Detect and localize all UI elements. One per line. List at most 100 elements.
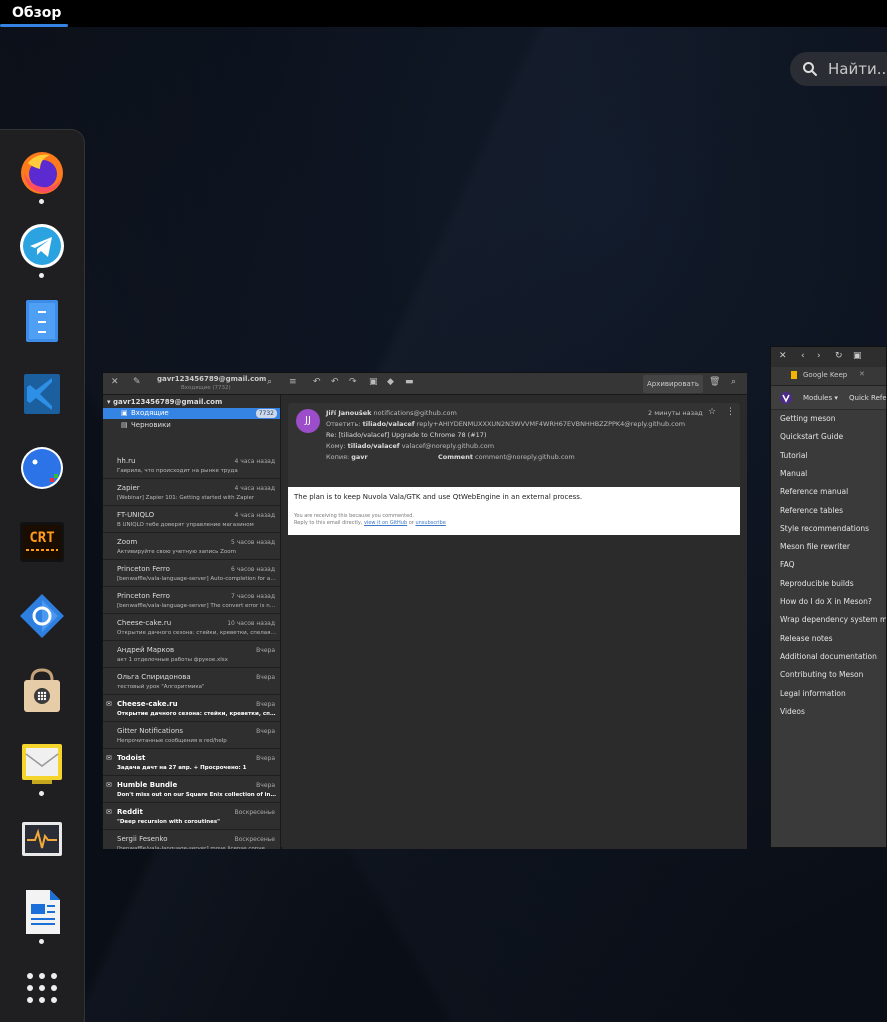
list-item[interactable]: Cheese-cake.ru 10 часов назад Открытие дач…: [103, 615, 280, 641]
message-date: Воскресенье: [234, 836, 275, 843]
list-item[interactable]: FT-UNIQLO 4 часа назад В UNIQLO тебе довер…: [103, 507, 280, 533]
list-item[interactable]: Sergii Fesenko Воскресенье [benwaffle/vala…: [103, 831, 280, 849]
header-account: gavr123456789@gmail.com: [157, 375, 267, 383]
message-subject: [Webinar] Zapier 101: Getting started wi…: [117, 495, 255, 501]
to-line: Кому: tiliado/valacef valacef@noreply.gi…: [326, 442, 495, 450]
docs-link[interactable]: Contributing to Meson: [780, 670, 863, 679]
system-monitor-icon[interactable]: [18, 816, 66, 864]
docs-link[interactable]: Getting meson: [780, 414, 835, 423]
more-options-icon[interactable]: ⋮: [726, 407, 735, 417]
quick-reference-menu[interactable]: Quick Refere: [849, 394, 886, 402]
message-sender: Cheese-cake.ru: [117, 700, 178, 708]
close-icon[interactable]: ✕: [111, 377, 119, 387]
docs-link[interactable]: Tutorial: [780, 451, 808, 460]
crt-terminal-icon[interactable]: CRT: [18, 518, 66, 566]
docs-link[interactable]: Videos: [780, 707, 805, 716]
menu-icon[interactable]: ≡: [289, 377, 297, 387]
docs-link[interactable]: Legal information: [780, 689, 846, 698]
message-sender: hh.ru: [117, 457, 136, 465]
list-item[interactable]: Princeton Ferro 6 часов назад [benwaffle/v…: [103, 561, 280, 587]
list-item[interactable]: Zapier 4 часа назад [Webinar] Zapier 101: …: [103, 480, 280, 506]
message-date: 4 часа назад: [234, 458, 275, 465]
back-icon[interactable]: ‹: [801, 351, 805, 361]
reply-all-icon[interactable]: ↶: [331, 377, 339, 387]
message-subject: Гаврила, что происходит на рынке труда: [117, 468, 238, 474]
docs-link[interactable]: Reproducible builds: [780, 579, 854, 588]
list-item[interactable]: hh.ru 4 часа назад Гаврила, что происходит…: [103, 453, 280, 479]
list-item[interactable]: Андрей Марков Вчера акт 1 отделочные работ…: [103, 642, 280, 668]
writer-document-icon[interactable]: [18, 888, 66, 936]
firefox-icon[interactable]: [18, 149, 66, 197]
docs-link[interactable]: Additional documentation: [780, 652, 877, 661]
docs-link[interactable]: Release notes: [780, 634, 833, 643]
list-item[interactable]: Zoom 5 часов назад Активируйте свою учетну…: [103, 534, 280, 560]
search-icon[interactable]: ⌕: [731, 377, 736, 387]
trash-icon[interactable]: 🗑: [709, 377, 720, 387]
star-icon[interactable]: ☆: [708, 407, 716, 417]
folder-inbox[interactable]: ▣ Входящие 7732: [103, 408, 280, 419]
compose-icon[interactable]: ✎: [133, 377, 141, 387]
tab-view-icon[interactable]: ▣: [853, 351, 862, 361]
mark-icon[interactable]: ▣: [369, 377, 378, 387]
message-subject: "Deep recursion with coroutines": [117, 819, 221, 825]
list-item[interactable]: Gitter Notifications Вчера Непрочитанные с…: [103, 723, 280, 749]
activities-indicator: [0, 24, 68, 27]
inbox-icon: ▣: [121, 409, 128, 417]
software-store-icon[interactable]: [18, 666, 66, 714]
message-date: 7 часов назад: [231, 593, 275, 600]
file-cabinet-icon[interactable]: [18, 296, 66, 344]
tab-close-icon[interactable]: ✕: [859, 370, 865, 378]
message-subject: Открытие дачного сезона: стейки, креветк…: [117, 630, 277, 636]
list-item[interactable]: ✉ Todoist Вчера Задача дачт на 27 апр. + Пр…: [103, 750, 280, 776]
footer-links: Reply to this email directly, view it on…: [294, 520, 446, 526]
list-item[interactable]: ✉ Humble Bundle Вчера Don't miss out on our…: [103, 777, 280, 803]
search-entry[interactable]: Найти...: [790, 52, 887, 86]
list-item[interactable]: Princeton Ferro 7 часов назад [benwaffle/v…: [103, 588, 280, 614]
message-subject: Непрочитанные сообщения в red/help: [117, 738, 227, 744]
update-manager-icon[interactable]: [18, 592, 66, 640]
mail-window[interactable]: ✕ ✎ gavr123456789@gmail.com Входящие (77…: [102, 372, 747, 849]
activities-button[interactable]: Обзор: [0, 0, 73, 27]
running-indicator: [39, 273, 44, 278]
reply-icon[interactable]: ↶: [313, 377, 321, 387]
list-item[interactable]: Ольга Спиридонова Вчера тестовый урок "Алг…: [103, 669, 280, 695]
search-icon[interactable]: ⌕: [267, 377, 272, 387]
keep-icon: [791, 371, 797, 379]
message-body: The plan is to keep Nuvola Vala/GTK and …: [288, 487, 740, 535]
folder-icon[interactable]: ▬: [405, 377, 414, 387]
unsubscribe-link[interactable]: unsubscribe: [415, 520, 445, 526]
docs-link[interactable]: FAQ: [780, 560, 795, 569]
message-date: Вчера: [256, 701, 275, 708]
telegram-icon[interactable]: [18, 222, 66, 270]
vscode-icon[interactable]: [18, 370, 66, 418]
archive-button[interactable]: Архивировать: [643, 375, 703, 393]
list-item[interactable]: ✉ Cheese-cake.ru Вчера Открытие дачного сез…: [103, 696, 280, 722]
folder-drafts[interactable]: ▤ Черновики: [103, 420, 280, 431]
modules-menu[interactable]: Modules ▾: [803, 394, 838, 402]
docs-link[interactable]: Wrap dependency system manu: [780, 615, 886, 624]
close-icon[interactable]: ✕: [779, 351, 787, 361]
message-subject: Открытие дачного сезона: стейки, креветк…: [117, 711, 277, 717]
app-grid-icon[interactable]: [18, 964, 66, 1012]
docs-link[interactable]: Style recommendations: [780, 524, 869, 533]
reload-icon[interactable]: ↻: [835, 351, 843, 361]
forward-icon[interactable]: ↷: [349, 377, 357, 387]
docs-link[interactable]: Reference tables: [780, 506, 843, 515]
docs-link[interactable]: Meson file rewriter: [780, 542, 850, 551]
bluetooth-app-icon[interactable]: [18, 444, 66, 492]
forward-icon[interactable]: ›: [817, 351, 821, 361]
message-subject: Задача дачт на 27 апр. + Просрочено: 1: [117, 765, 247, 771]
mail-client-icon[interactable]: [18, 740, 66, 788]
tab-title[interactable]: Google Keep: [803, 371, 847, 379]
docs-link[interactable]: How do I do X in Meson?: [780, 597, 872, 606]
browser-window[interactable]: ✕ ‹ › ↻ ▣ Google Keep ✕ Modules ▾ Quick …: [770, 346, 887, 848]
message-sender: Cheese-cake.ru: [117, 619, 172, 627]
docs-link[interactable]: Quickstart Guide: [780, 432, 843, 441]
view-on-github-link[interactable]: view it on GitHub: [364, 520, 407, 526]
tag-icon[interactable]: ◆: [387, 377, 394, 387]
docs-link[interactable]: Manual: [780, 469, 807, 478]
drafts-icon: ▤: [121, 421, 128, 429]
docs-link[interactable]: Reference manual: [780, 487, 848, 496]
list-item[interactable]: ✉ Reddit Воскресенье "Deep recursion with c…: [103, 804, 280, 830]
svg-text:CRT: CRT: [29, 530, 54, 546]
